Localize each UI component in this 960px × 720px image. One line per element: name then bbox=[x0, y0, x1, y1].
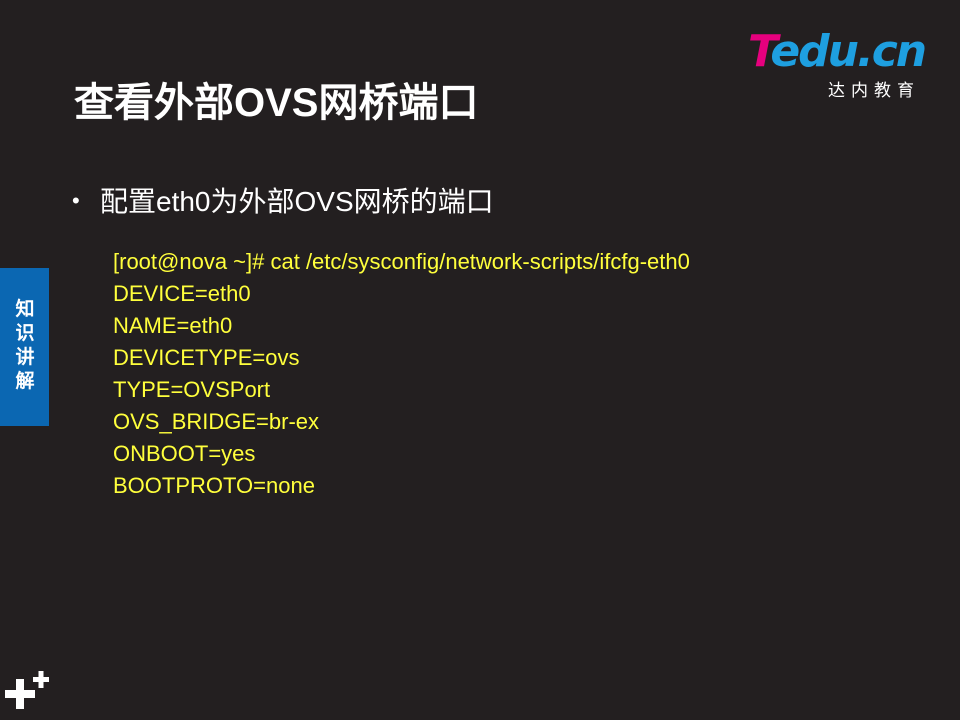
code-line: TYPE=OVSPort bbox=[113, 377, 271, 402]
plus-plus-icon bbox=[5, 671, 49, 709]
code-line: OVS_BRIDGE=br-ex bbox=[113, 409, 320, 434]
bullet-item: • 配置eth0为外部OVS网桥的端口 bbox=[72, 180, 494, 220]
slide: 查看外部OVS网桥端口 Tedu.cn 达内教育 知识讲解 • 配置eth0为外部… bbox=[0, 0, 960, 720]
bullet-text: 配置eth0为外部OVS网桥的端口 bbox=[100, 186, 494, 217]
tedu-logo: Tedu.cn 达内教育 bbox=[748, 28, 938, 102]
code-line: ONBOOT=yes bbox=[113, 441, 256, 466]
logo-brand: Tedu.cn bbox=[748, 26, 927, 77]
logo-subtitle: 达内教育 bbox=[828, 81, 920, 100]
code-block: [root@nova ~]# cat /etc/sysconfig/networ… bbox=[113, 247, 690, 503]
logo-brand-t: T bbox=[748, 26, 772, 77]
code-line: DEVICETYPE=ovs bbox=[113, 345, 300, 370]
bullet-dot-icon: • bbox=[72, 188, 80, 213]
logo-brand-rest: edu.cn bbox=[770, 26, 927, 77]
code-line: [root@nova ~]# cat /etc/sysconfig/networ… bbox=[113, 249, 690, 274]
side-tab-label: 知识讲解 bbox=[15, 299, 35, 392]
code-line: NAME=eth0 bbox=[113, 313, 233, 338]
code-line: DEVICE=eth0 bbox=[113, 281, 251, 306]
code-line: BOOTPROTO=none bbox=[113, 473, 315, 498]
side-tab: 知识讲解 bbox=[0, 268, 49, 426]
slide-title: 查看外部OVS网桥端口 bbox=[74, 81, 479, 125]
